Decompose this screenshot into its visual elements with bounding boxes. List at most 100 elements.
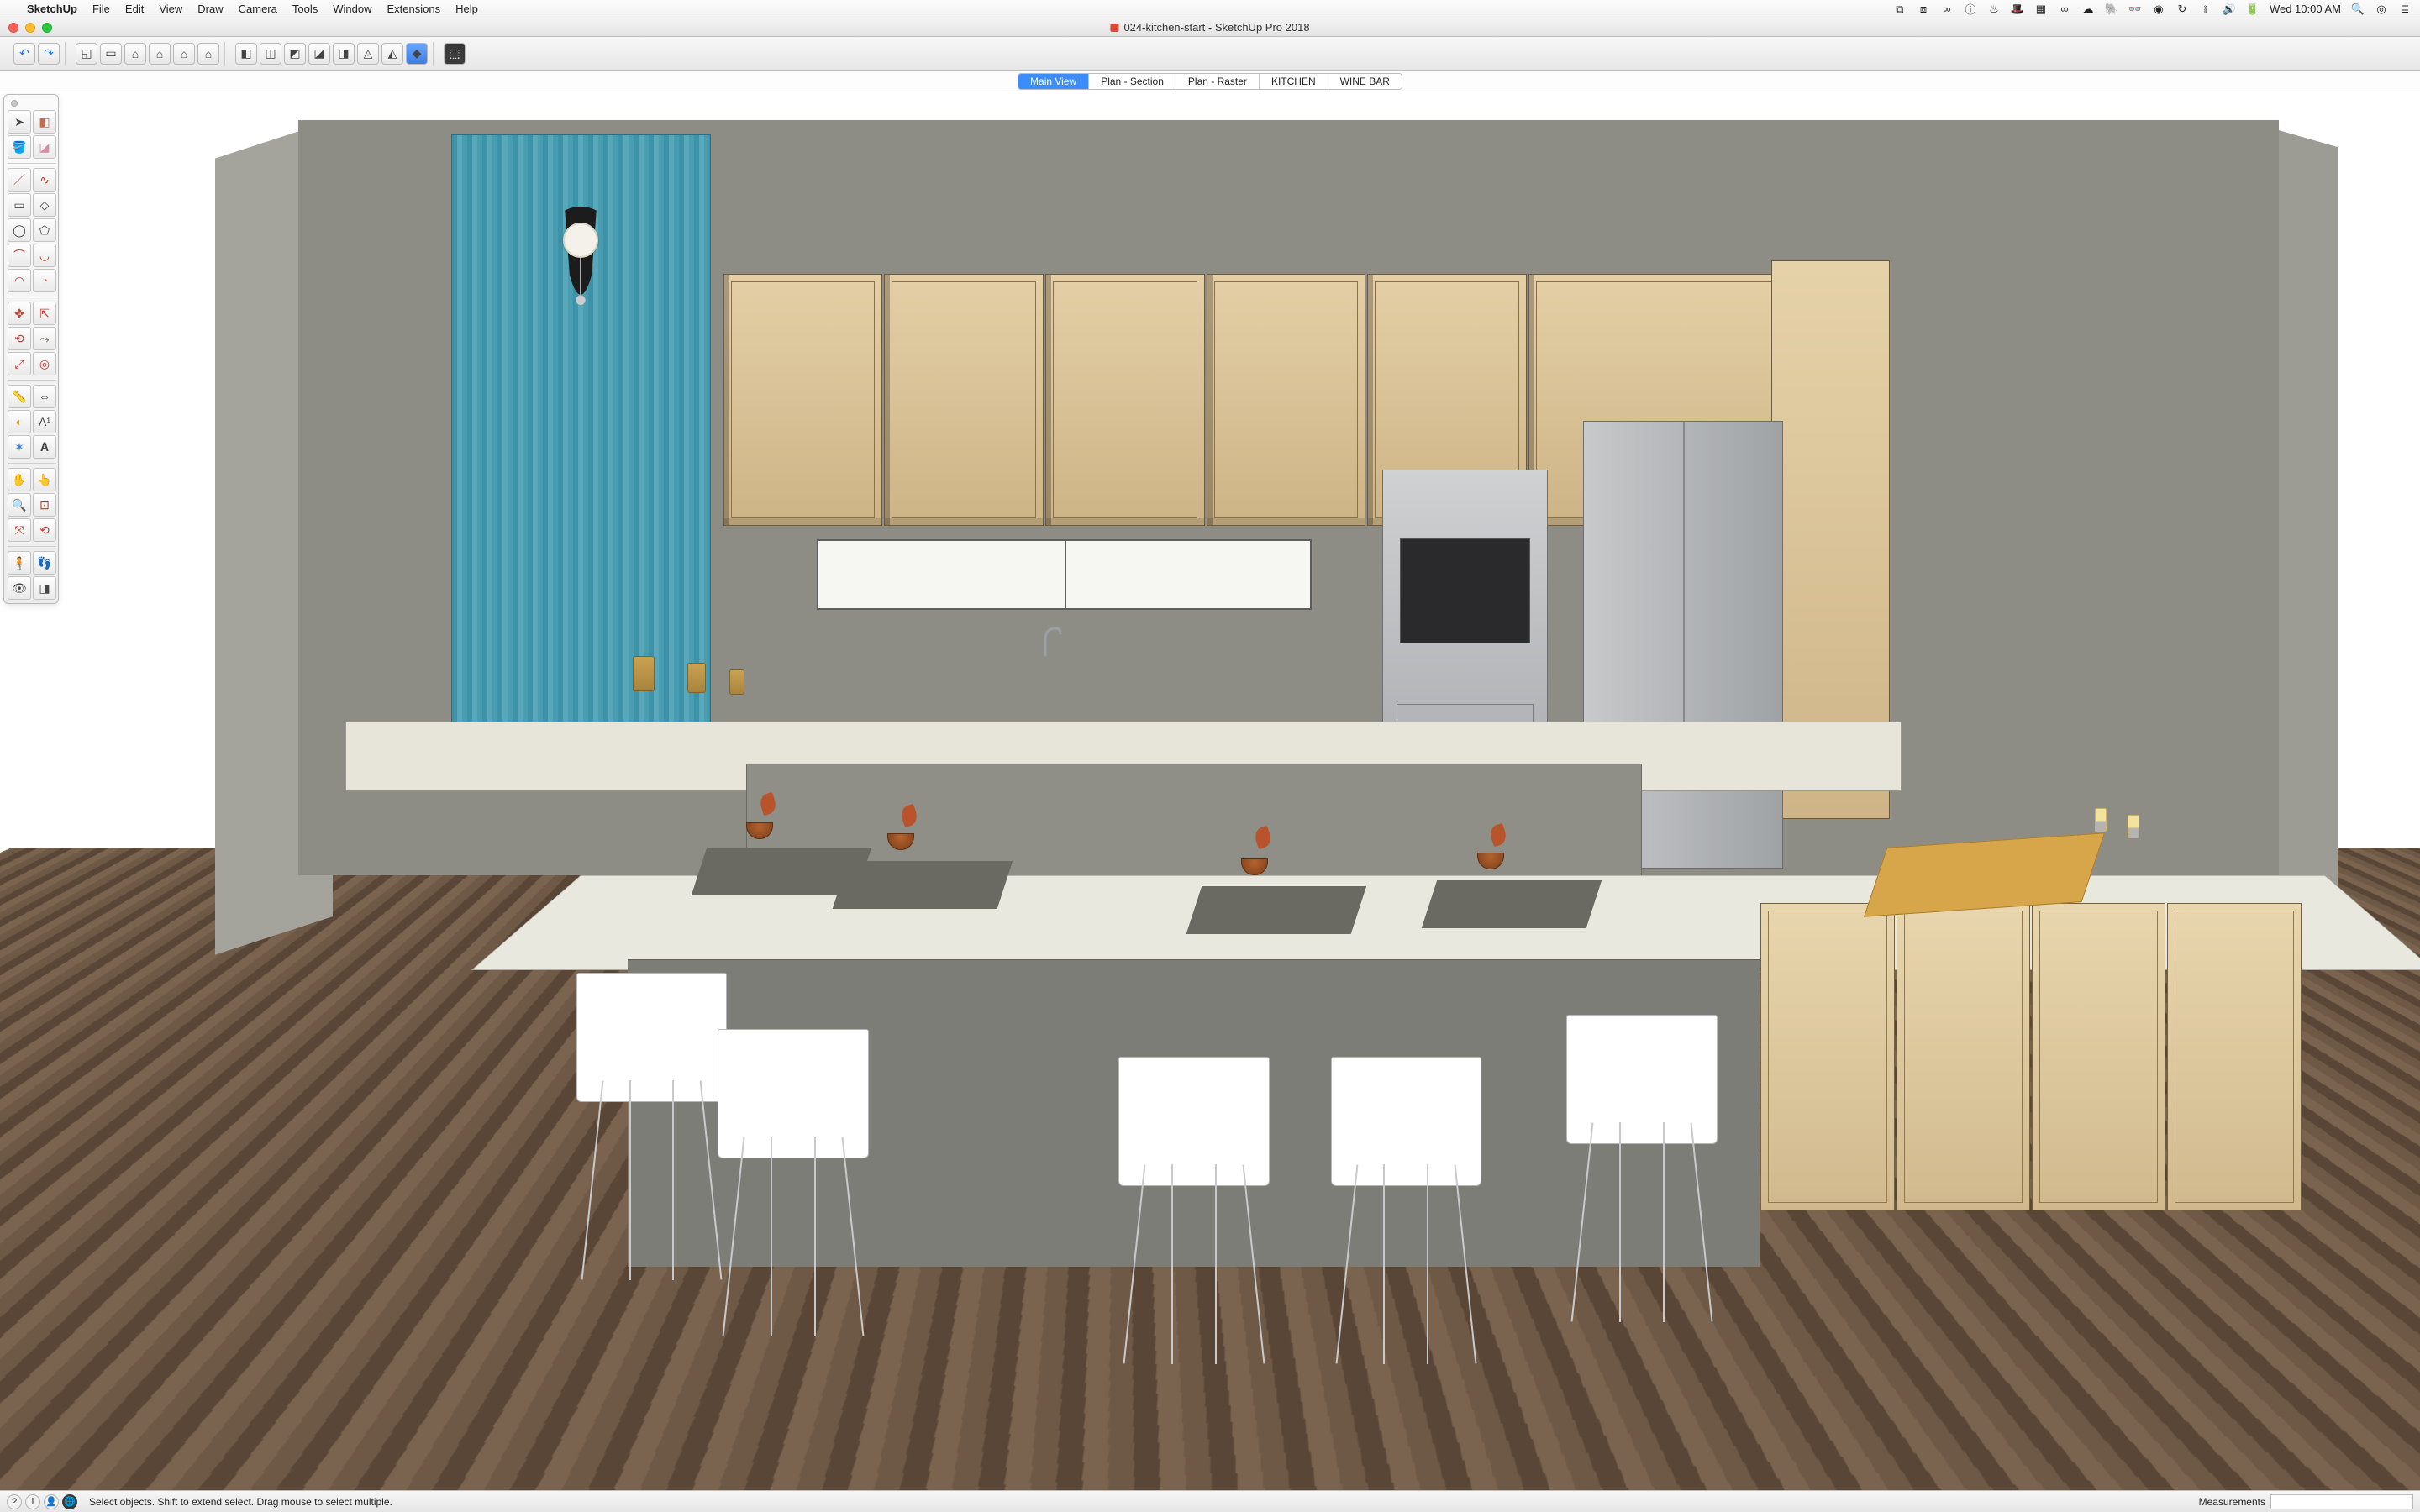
view-iso-button[interactable]: ◱	[76, 43, 97, 65]
axes-tool[interactable]: ✶	[8, 435, 31, 459]
eraser-tool[interactable]: ◪	[33, 135, 56, 159]
followme-tool[interactable]: ⤳	[33, 327, 56, 350]
app-menu[interactable]: SketchUp	[27, 3, 77, 15]
warehouse-button[interactable]: ⬚	[444, 43, 466, 65]
style-backedges-button[interactable]: ◭	[381, 43, 403, 65]
window-close-button[interactable]	[8, 23, 18, 33]
rotated-rect-tool[interactable]: ◇	[33, 193, 56, 217]
battery-icon[interactable]: 🔋	[2246, 3, 2260, 16]
pan-tool[interactable]: 👆	[33, 468, 56, 491]
offset-tool[interactable]: ◎	[33, 352, 56, 375]
dropbox-icon[interactable]: ⧈	[1917, 3, 1930, 16]
3dtext-tool[interactable]: 𝐀	[33, 435, 56, 459]
menu-edit[interactable]: Edit	[125, 3, 144, 15]
section-tool[interactable]: ◨	[33, 576, 56, 600]
palette-close-icon[interactable]	[11, 100, 18, 107]
evernote-icon[interactable]: 🐘	[2105, 3, 2118, 16]
zoom-tool[interactable]: 🔍	[8, 493, 31, 517]
previous-view-tool[interactable]: ⟲	[33, 518, 56, 542]
view-right-button[interactable]: ⌂	[197, 43, 219, 65]
cloud-icon[interactable]: ☁	[2081, 3, 2095, 16]
polygon-tool[interactable]: ⬠	[33, 218, 56, 242]
window-minimize-button[interactable]	[25, 23, 35, 33]
view-left-button[interactable]: ⌂	[173, 43, 195, 65]
document-proxy-icon[interactable]	[1110, 24, 1118, 32]
view-front-button[interactable]: ⌂	[124, 43, 146, 65]
menu-window[interactable]: Window	[333, 3, 371, 15]
arc3-tool[interactable]: ◠	[8, 269, 31, 292]
hat-icon[interactable]: 🎩	[2011, 3, 2024, 16]
infinity-icon[interactable]: ∞	[2058, 3, 2071, 16]
tool-palette[interactable]: ➤ ◧ 🪣 ◪ ／ ∿ ▭ ◇ ◯ ⬠ ⌒ ◡ ◠ ◔ ✥ ⇱ ⟲ ⤳ ⤢ ◎ …	[3, 94, 59, 604]
style-shadedtex-button[interactable]: ◪	[308, 43, 330, 65]
menu-extensions[interactable]: Extensions	[387, 3, 440, 15]
menu-tools[interactable]: Tools	[292, 3, 318, 15]
record-icon[interactable]: ◉	[2152, 3, 2165, 16]
menu-file[interactable]: File	[92, 3, 110, 15]
menu-help[interactable]: Help	[455, 3, 478, 15]
video-icon[interactable]: ⧉	[1893, 3, 1907, 16]
glasses-icon[interactable]: 👓	[2128, 3, 2142, 16]
scene-tab-wine-bar[interactable]: WINE BAR	[1328, 74, 1402, 89]
select-tool[interactable]: ➤	[8, 110, 31, 134]
dimension-tool[interactable]: ⇔	[33, 385, 56, 408]
zoom-window-tool[interactable]: ⊡	[33, 493, 56, 517]
circle-tool[interactable]: ◯	[8, 218, 31, 242]
spotlight-icon[interactable]: 🔍	[2351, 3, 2365, 16]
scene-tab-main-view[interactable]: Main View	[1018, 74, 1089, 89]
redo-button[interactable]: ↷	[38, 43, 60, 65]
history-icon[interactable]: ↻	[2175, 3, 2189, 16]
undo-button[interactable]: ↶	[13, 43, 35, 65]
style-color-button[interactable]: ◆	[406, 43, 428, 65]
style-wire-button[interactable]: ◫	[260, 43, 281, 65]
arc-tool[interactable]: ⌒	[8, 244, 31, 267]
model-viewport[interactable]	[0, 92, 2420, 1490]
text-tool[interactable]: A¹	[33, 410, 56, 433]
freehand-tool[interactable]: ∿	[33, 168, 56, 192]
style-xray-button[interactable]: ◬	[357, 43, 379, 65]
window-zoom-button[interactable]	[42, 23, 52, 33]
protractor-tool[interactable]: ◐	[8, 410, 31, 433]
volume-icon[interactable]: 🔊	[2223, 3, 2236, 16]
view-top-button[interactable]: ▭	[100, 43, 122, 65]
menubar-clock[interactable]: Wed 10:00 AM	[2270, 3, 2341, 15]
wifi-icon[interactable]: ⧛	[2199, 3, 2212, 16]
info-icon[interactable]: ⓘ	[1964, 3, 1977, 16]
paint-tool[interactable]: 🪣	[8, 135, 31, 159]
pie-tool[interactable]: ◔	[33, 269, 56, 292]
scene-tab-plan-section[interactable]: Plan - Section	[1089, 74, 1176, 89]
notification-center-icon[interactable]: ≣	[2398, 3, 2412, 16]
pushpull-tool[interactable]: ⇱	[33, 302, 56, 325]
person-status-icon[interactable]: 👤	[44, 1494, 59, 1509]
scale-tool[interactable]: ⤢	[8, 352, 31, 375]
material-tool[interactable]: ◧	[33, 110, 56, 134]
creative-cloud-icon[interactable]: ∞	[1940, 3, 1954, 16]
siri-icon[interactable]: ◎	[2375, 3, 2388, 16]
menu-camera[interactable]: Camera	[239, 3, 277, 15]
zoom-extents-tool[interactable]: ⤧	[8, 518, 31, 542]
style-mono-button[interactable]: ◨	[333, 43, 355, 65]
scene-tab-kitchen[interactable]: KITCHEN	[1260, 74, 1328, 89]
rotate-tool[interactable]: ⟲	[8, 327, 31, 350]
rectangle-tool[interactable]: ▭	[8, 193, 31, 217]
position-camera-tool[interactable]: 🧍	[8, 551, 31, 575]
look-tool[interactable]: 👁	[8, 576, 31, 600]
arc2-tool[interactable]: ◡	[33, 244, 56, 267]
menu-draw[interactable]: Draw	[197, 3, 223, 15]
flame-icon[interactable]: ♨	[1987, 3, 2001, 16]
grid-icon[interactable]: ▦	[2034, 3, 2048, 16]
geo-status-icon[interactable]: 🌐	[62, 1494, 77, 1509]
menu-view[interactable]: View	[159, 3, 182, 15]
style-shaded-button[interactable]: ◧	[235, 43, 257, 65]
help-icon[interactable]: ?	[7, 1494, 22, 1509]
tape-tool[interactable]: 📏	[8, 385, 31, 408]
orbit-tool[interactable]: ✋	[8, 468, 31, 491]
line-tool[interactable]: ／	[8, 168, 31, 192]
info-status-icon[interactable]: i	[25, 1494, 40, 1509]
view-back-button[interactable]: ⌂	[149, 43, 171, 65]
scene-tab-plan-raster[interactable]: Plan - Raster	[1176, 74, 1260, 89]
walk-tool[interactable]: 👣	[33, 551, 56, 575]
measurements-input[interactable]	[2270, 1494, 2413, 1509]
move-tool[interactable]: ✥	[8, 302, 31, 325]
style-hidden-button[interactable]: ◩	[284, 43, 306, 65]
